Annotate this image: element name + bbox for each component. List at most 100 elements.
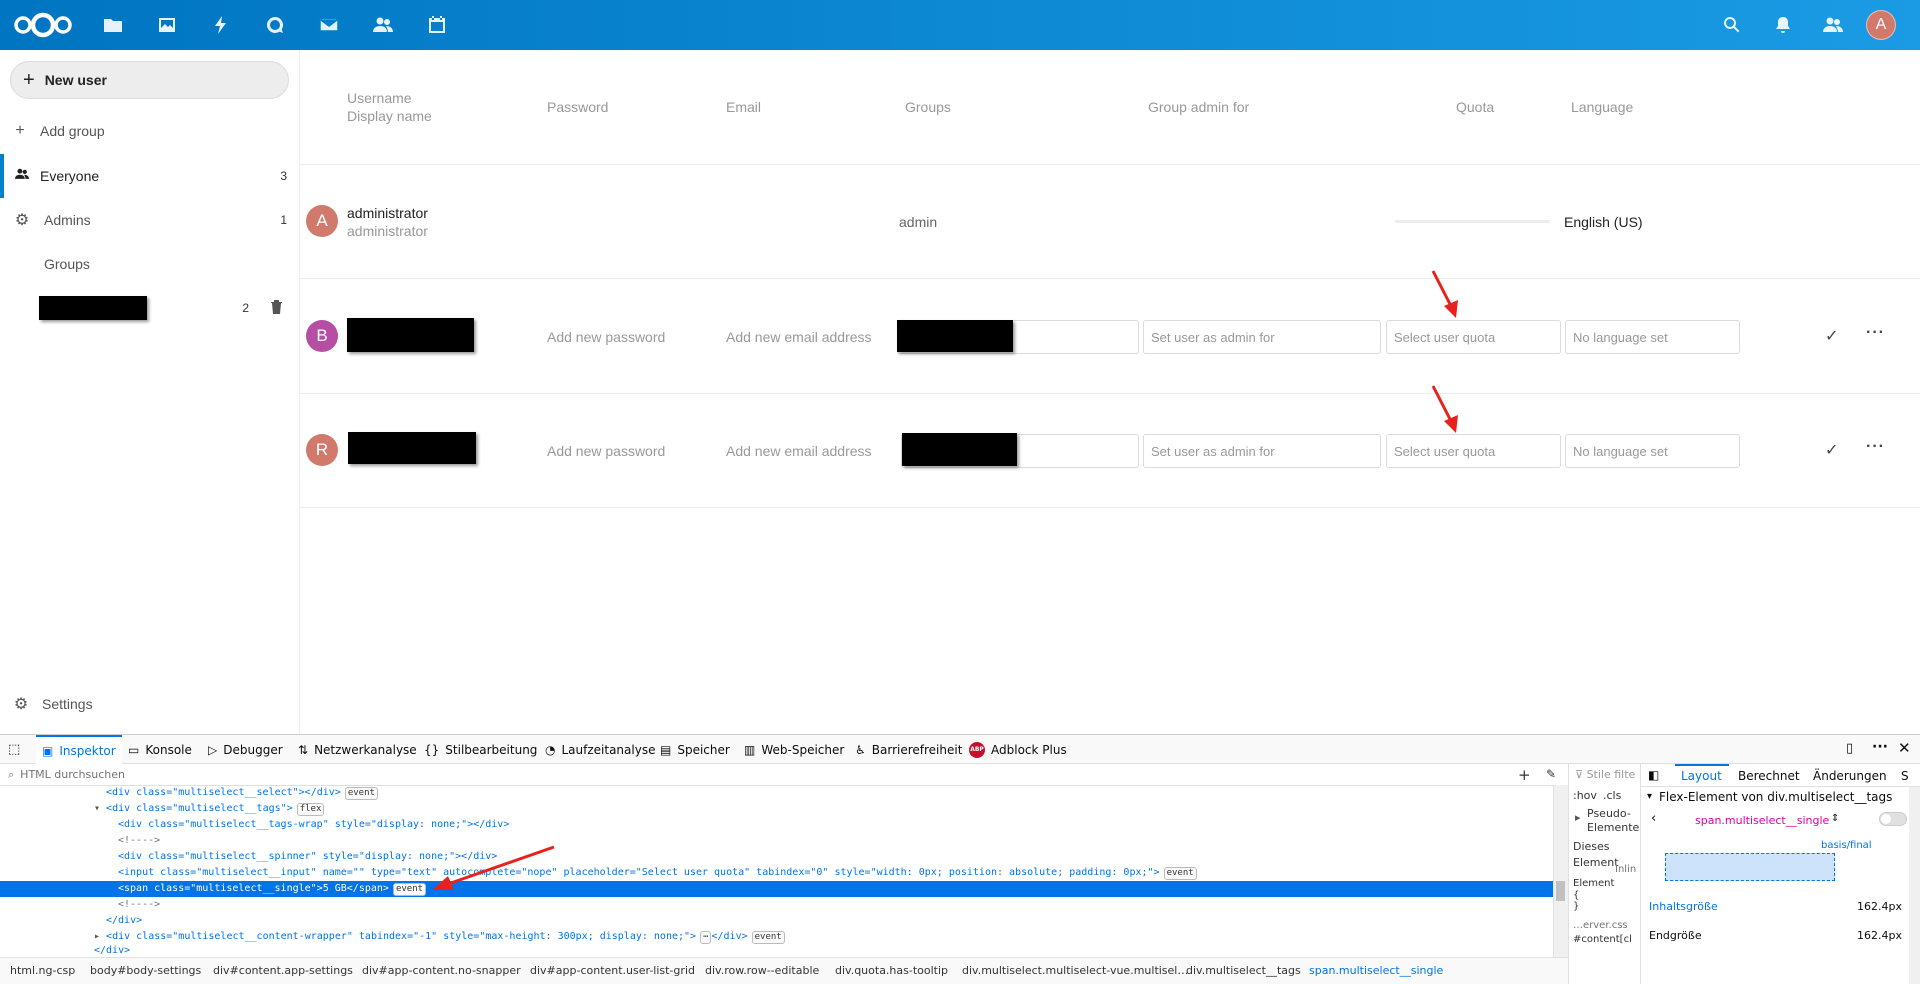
contacts-menu-icon[interactable] xyxy=(1820,12,1846,38)
breadcrumb-item[interactable]: body#body-settings xyxy=(90,964,201,977)
add-group-item[interactable]: + Add group xyxy=(0,109,299,153)
contacts-icon[interactable] xyxy=(370,12,396,38)
code-line[interactable]: <input class="multiselect__input" name="… xyxy=(118,865,1197,881)
nextcloud-logo-icon[interactable] xyxy=(12,12,74,38)
trash-icon[interactable] xyxy=(270,299,283,317)
settings-item[interactable]: ⚙ Settings xyxy=(0,682,299,726)
event-badge[interactable]: event xyxy=(392,883,427,896)
tab-computed[interactable]: Berechnet xyxy=(1738,769,1800,783)
event-badge[interactable]: event xyxy=(751,931,785,944)
html-search-input[interactable]: ⌕ HTML durchsuchen + ✎ xyxy=(0,764,1568,786)
close-icon[interactable]: ✕ xyxy=(1898,739,1911,757)
header-display-name[interactable]: Display name xyxy=(347,108,432,124)
sidebar-item-everyone[interactable]: Everyone 3 xyxy=(0,154,299,198)
tab-storage[interactable]: ▥ Web-Speicher xyxy=(744,735,844,764)
tab-layout[interactable]: Layout xyxy=(1681,769,1722,783)
collapse-triangle-icon[interactable]: ▾ xyxy=(1647,791,1652,802)
breadcrumb-item[interactable]: div.multiselect__tags xyxy=(1186,964,1301,977)
language-select[interactable]: No language set xyxy=(1565,434,1740,468)
scrollbar-thumb[interactable] xyxy=(1556,881,1565,901)
email-field[interactable]: Add new email address xyxy=(726,329,872,345)
eyedropper-icon[interactable]: ✎ xyxy=(1546,767,1556,781)
sidebar-item-admins[interactable]: ⚙ Admins 1 xyxy=(0,198,299,242)
notifications-icon[interactable] xyxy=(1770,12,1796,38)
mail-icon[interactable] xyxy=(316,12,342,38)
code-line-selected[interactable]: <span class="multiselect__single">5 GB</… xyxy=(0,881,1553,897)
element-picker-icon[interactable]: ⬚ xyxy=(8,742,20,757)
breadcrumb-item[interactable]: html.ng-csp xyxy=(10,964,75,977)
new-user-button[interactable]: + New user xyxy=(10,61,289,99)
event-badge[interactable]: event xyxy=(1163,867,1197,880)
expand-triangle-icon[interactable]: ▸ xyxy=(94,931,106,942)
tab-changes[interactable]: Änderungen xyxy=(1813,769,1887,783)
breadcrumb-item[interactable]: div#app-content.no-snapper xyxy=(362,964,521,977)
stylesheet-link[interactable]: …erver.css xyxy=(1573,920,1628,931)
flex-badge[interactable]: flex xyxy=(296,803,325,816)
breadcrumb-item[interactable]: div.row.row--editable xyxy=(705,964,819,977)
expand-triangle-icon[interactable]: ▾ xyxy=(94,803,106,814)
code-line[interactable]: ▾ <div class="multiselect__tags"> flex xyxy=(94,801,325,817)
tab-inspector[interactable]: ▣ Inspektor xyxy=(36,735,122,764)
cls-toggle[interactable]: .cls xyxy=(1603,789,1621,802)
files-icon[interactable] xyxy=(100,12,126,38)
tab-style-editor[interactable]: {} Stilbearbeitung xyxy=(424,735,537,764)
code-line[interactable]: <!----> xyxy=(118,833,160,849)
quota-select[interactable]: Select user quota xyxy=(1386,434,1561,468)
flexbox-highlighter-toggle[interactable] xyxy=(1879,812,1907,826)
checkmark-icon[interactable]: ✓ xyxy=(1825,440,1838,460)
code-line[interactable]: <div class="multiselect__select"></div> e… xyxy=(106,785,378,801)
code-line[interactable]: </div> xyxy=(106,913,142,929)
more-options-icon[interactable]: ··· xyxy=(1872,739,1888,755)
group-admin-select[interactable]: Set user as admin for xyxy=(1143,434,1381,468)
password-field[interactable]: Add new password xyxy=(547,329,665,345)
group-admin-select[interactable]: Set user as admin for xyxy=(1143,320,1381,354)
talk-icon[interactable] xyxy=(262,12,288,38)
user-avatar[interactable]: A xyxy=(1866,10,1896,40)
calendar-icon[interactable] xyxy=(424,12,450,38)
language-select[interactable]: No language set xyxy=(1565,320,1740,354)
tab-debugger[interactable]: ▷ Debugger xyxy=(208,735,283,764)
tab-console[interactable]: ▭ Konsole xyxy=(128,735,192,764)
checkmark-icon[interactable]: ✓ xyxy=(1825,326,1838,346)
expand-triangle-icon[interactable]: ▸ xyxy=(1575,811,1581,824)
tab-fonts[interactable]: S xyxy=(1901,769,1909,783)
code-line[interactable]: <div class="multiselect__tags-wrap" styl… xyxy=(118,817,509,833)
ellipsis-badge[interactable]: ⋯ xyxy=(700,931,712,944)
event-badge[interactable]: event xyxy=(344,787,378,800)
styles-filter-input[interactable]: ⊽ Stile filte xyxy=(1575,768,1635,781)
photos-icon[interactable] xyxy=(154,12,180,38)
flex-item-selector[interactable]: span.multiselect__single xyxy=(1695,814,1829,827)
tab-accessibility[interactable]: ♿ Barrierefreiheit xyxy=(855,735,962,764)
breadcrumb-item[interactable]: div#app-content.user-list-grid xyxy=(530,964,695,977)
tab-adblock[interactable]: ABP Adblock Plus xyxy=(969,735,1067,764)
header-username[interactable]: Username xyxy=(347,90,412,106)
password-field[interactable]: Add new password xyxy=(547,443,665,459)
tab-performance[interactable]: ◔ Laufzeitanalyse xyxy=(545,735,655,764)
breadcrumb-item[interactable]: div.quota.has-tooltip xyxy=(835,964,948,977)
email-field[interactable]: Add new email address xyxy=(726,443,872,459)
tab-memory[interactable]: ▤ Speicher xyxy=(660,735,730,764)
scrollbar[interactable] xyxy=(1553,785,1568,957)
hov-toggle[interactable]: :hov xyxy=(1573,789,1597,802)
sidebar-item-redacted-group[interactable]: 2 xyxy=(0,286,299,330)
add-node-icon[interactable]: + xyxy=(1518,766,1531,784)
pseudo-elements-label[interactable]: Pseudo-Elemente xyxy=(1587,807,1640,835)
breadcrumb-item[interactable]: div.multiselect.multiselect-vue.multisel… xyxy=(962,964,1188,977)
avatar: R xyxy=(306,434,338,466)
scrollbar[interactable] xyxy=(1909,787,1920,984)
more-actions-icon[interactable]: ··· xyxy=(1866,324,1885,342)
code-line[interactable]: ▸ <div class="multiselect__content-wrapp… xyxy=(94,929,785,945)
code-line[interactable]: <!----> xyxy=(118,897,160,913)
header-quota[interactable]: Quota xyxy=(1456,99,1494,115)
selector-dropdown-icon[interactable]: ⇕ xyxy=(1831,813,1839,824)
search-icon[interactable] xyxy=(1719,12,1745,38)
breadcrumb-item[interactable]: div#content.app-settings xyxy=(213,964,353,977)
dock-side-icon[interactable]: ▯ xyxy=(1846,741,1853,756)
back-chevron-icon[interactable]: ‹ xyxy=(1651,811,1656,826)
sidebar-toggle-icon[interactable]: ◧ xyxy=(1648,768,1659,782)
more-actions-icon[interactable]: ··· xyxy=(1866,438,1885,456)
quota-select[interactable]: Select user quota xyxy=(1386,320,1561,354)
activity-icon[interactable] xyxy=(208,12,234,38)
breadcrumb-item-selected[interactable]: span.multiselect__single xyxy=(1309,964,1443,977)
tab-network[interactable]: ⇅ Netzwerkanalyse xyxy=(298,735,417,764)
